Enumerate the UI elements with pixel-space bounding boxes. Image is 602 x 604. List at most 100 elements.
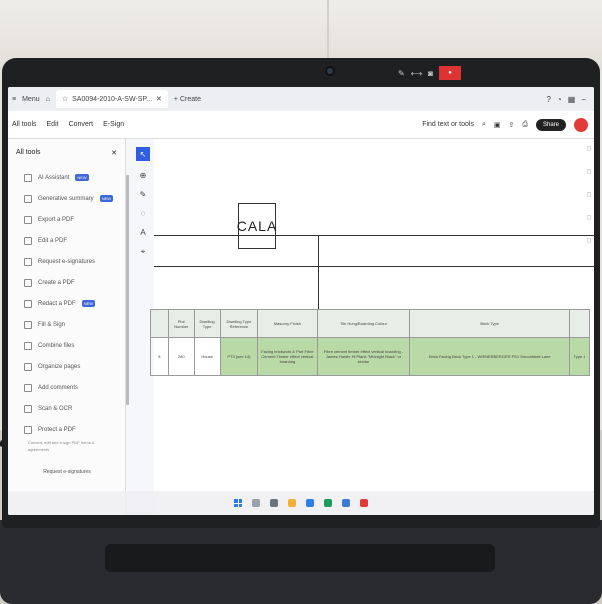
panel-footer-note: Convert, edit and e-sign PDF forms & agr… [28, 440, 95, 452]
upload-icon[interactable]: ⇪ [509, 121, 515, 129]
menu-all-tools[interactable]: All tools [12, 121, 37, 128]
new-badge: NEW [75, 174, 89, 181]
plus-icon: + [173, 95, 178, 103]
lasso-icon[interactable]: ◌ [141, 209, 146, 218]
camera-overlay: ✎ ⟷ ◙ ● [398, 66, 462, 80]
tool-label: Edit a PDF [38, 237, 68, 244]
pen-icon[interactable]: ✎ [140, 190, 147, 199]
search-taskbar-icon[interactable] [252, 499, 260, 507]
tool-create-pdf[interactable]: Create a PDF [8, 272, 125, 293]
tool-label: Create a PDF [38, 279, 75, 286]
menubar-actions: Find text or tools ⌕ ▣ ⇪ ⎙ Share [422, 117, 594, 132]
zoom-icon[interactable]: ⊕ [140, 171, 147, 180]
tool-label: Redact a PDF [38, 300, 76, 307]
scan-icon [24, 404, 32, 413]
window-controls: ? ◔ ▦ − [546, 95, 594, 104]
create-icon [24, 278, 32, 287]
pages-icon[interactable]: ◻ [587, 191, 592, 198]
new-tab-button[interactable]: + Create [174, 96, 201, 103]
panel-footer-link[interactable]: Request e-signatures [8, 469, 126, 475]
tool-label: Request e-signatures [38, 258, 96, 265]
layers-icon[interactable]: ◻ [587, 214, 592, 221]
apps-icon[interactable]: ▦ [568, 95, 576, 104]
find-label[interactable]: Find text or tools [422, 121, 474, 128]
tool-scan-ocr[interactable]: Scan & OCR [8, 398, 125, 419]
search-icon[interactable]: ⌕ [482, 121, 486, 129]
panel-title: All tools [16, 149, 41, 156]
drawing-line [154, 266, 594, 267]
task-view-icon[interactable] [270, 499, 278, 507]
tool-combine-files[interactable]: Combine files [8, 335, 125, 356]
star-icon[interactable]: ☆ [62, 95, 68, 103]
save-icon[interactable]: ▣ [494, 121, 501, 129]
all-tools-panel: All tools ✕ AI Assistant NEW Generative s… [8, 139, 126, 515]
acrobat-icon[interactable] [360, 499, 368, 507]
schedule-table: Plot Number Dwelling Type Dwelling Type … [150, 309, 590, 376]
table-header-cell: Masonry Finish [257, 309, 318, 338]
edge-icon[interactable] [306, 499, 314, 507]
tool-label: Generative summary [38, 195, 94, 202]
avatar[interactable] [574, 117, 588, 132]
tool-redact-pdf[interactable]: Redact a PDF NEW [8, 293, 125, 314]
redact-icon [24, 299, 32, 308]
print-icon[interactable]: ⎙ [522, 121, 528, 129]
menu-edit[interactable]: Edit [47, 121, 59, 128]
webcam-icon [325, 66, 335, 76]
table-header-cell [150, 309, 169, 338]
share-button[interactable]: Share [535, 118, 566, 131]
select-cursor-icon[interactable]: ↖ [136, 147, 150, 161]
help-icon[interactable]: ? [546, 95, 550, 104]
bookmark-icon[interactable]: ◻ [587, 168, 592, 175]
comment-icon[interactable]: ◻ [587, 145, 592, 152]
tool-generative-summary[interactable]: Generative summary NEW [8, 188, 125, 209]
bell-icon[interactable]: ◔ [557, 95, 562, 104]
close-icon[interactable]: ✕ [111, 149, 117, 157]
excel-icon[interactable] [324, 499, 332, 507]
tool-protect-pdf[interactable]: Protect a PDF [8, 419, 125, 440]
tool-add-comments[interactable]: Add comments [8, 377, 125, 398]
app-menu-bar: All tools Edit Convert E-Sign Find text … [8, 111, 594, 139]
minimize-icon[interactable]: − [581, 95, 586, 104]
screen: ≡ Menu ⌂ ☆ SA0094-2010-A-SW-SP... ✕ + Cr… [8, 87, 594, 515]
outlook-icon[interactable] [342, 499, 350, 507]
text-box-icon[interactable]: A [140, 228, 145, 237]
document-tab[interactable]: ☆ SA0094-2010-A-SW-SP... ✕ [55, 90, 168, 108]
signature-icon [24, 257, 32, 266]
drawing-line [318, 235, 319, 309]
edit-icon [24, 236, 32, 245]
windows-start-icon[interactable] [234, 499, 242, 507]
menu-icon[interactable]: ≡ [12, 96, 16, 103]
tool-ai-assistant[interactable]: AI Assistant NEW [8, 167, 125, 188]
table-cell: Facing brickwork & Part Fibre Cement Tim… [257, 337, 318, 376]
tool-edit-pdf[interactable]: Edit a PDF [8, 230, 125, 251]
tool-export-pdf[interactable]: Export a PDF [8, 209, 125, 230]
new-badge: NEW [81, 300, 96, 307]
tool-fill-sign[interactable]: Fill & Sign [8, 314, 125, 335]
ai-assistant-icon [24, 173, 32, 182]
browser-tab-bar: ≡ Menu ⌂ ☆ SA0094-2010-A-SW-SP... ✕ + Cr… [8, 87, 594, 111]
export-icon [24, 215, 32, 224]
tool-label: Protect a PDF [38, 426, 76, 433]
summary-icon [24, 194, 32, 203]
attachment-icon[interactable]: ◻ [587, 237, 592, 244]
combine-icon [24, 341, 32, 350]
new-tab-label: Create [180, 95, 202, 103]
menu-esign[interactable]: E-Sign [103, 121, 124, 128]
table-cell: Fibre cement timber effect vertical boar… [316, 337, 411, 376]
table-header-cell: Tile Hung/Boarding Colour [316, 309, 411, 338]
tool-label: Organize pages [38, 363, 81, 370]
stamp-icon[interactable]: ⌖ [141, 247, 146, 257]
panel-scrollbar[interactable] [126, 175, 129, 405]
menu-convert[interactable]: Convert [69, 121, 94, 128]
file-explorer-icon[interactable] [288, 499, 296, 507]
pdf-page: CALA Plot Number Dwelling Type Dwelling … [150, 139, 594, 515]
new-badge: NEW [99, 195, 114, 202]
tool-organize-pages[interactable]: Organize pages [8, 356, 125, 377]
panel-header: All tools ✕ [8, 139, 125, 167]
comment-icon [24, 383, 32, 392]
organize-icon [24, 362, 32, 371]
home-icon[interactable]: ⌂ [46, 96, 50, 103]
tool-request-esignatures[interactable]: Request e-signatures [8, 251, 125, 272]
menu-label[interactable]: Menu [22, 96, 40, 103]
close-tab-icon[interactable]: ✕ [156, 95, 162, 103]
